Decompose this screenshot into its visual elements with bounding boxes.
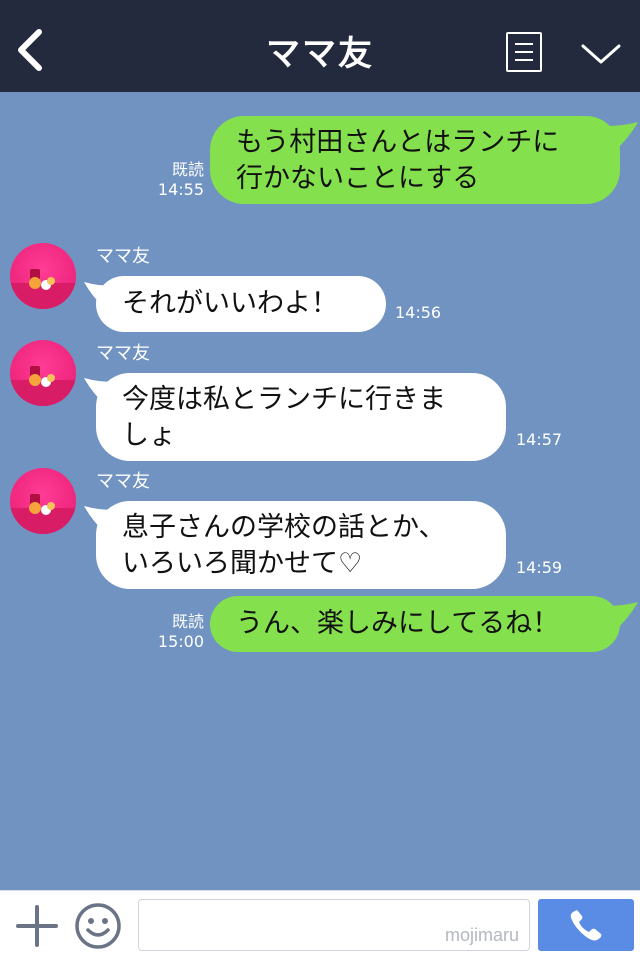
sender-name: ママ友 (96, 246, 150, 267)
bubble-tail (606, 602, 638, 628)
phone-icon (570, 910, 602, 941)
list-menu-icon (515, 43, 533, 45)
message-time: 14:57 (516, 430, 563, 449)
chevron-down-icon (581, 44, 621, 64)
read-receipt: 既読 (171, 612, 204, 631)
plus-icon (16, 905, 58, 947)
avatar-image (10, 269, 76, 309)
add-button[interactable] (14, 903, 60, 949)
list-menu-button[interactable] (506, 32, 542, 72)
watermark: mojimaru (444, 925, 519, 945)
chat-header: ママ友 (0, 0, 640, 92)
message-input[interactable]: mojimaru (138, 899, 530, 951)
sender-name: ママ友 (96, 343, 150, 364)
collapse-button[interactable] (576, 34, 626, 74)
message-line: 今度は私とランチに行きま (122, 384, 446, 415)
sender-name: ママ友 (96, 471, 150, 492)
smiley-icon (75, 903, 121, 949)
avatar[interactable] (10, 340, 76, 406)
avatar[interactable] (10, 468, 76, 534)
message-line: しょ (122, 420, 176, 451)
back-chevron-icon (18, 29, 42, 71)
message-time: 14:55 (157, 180, 204, 199)
avatar-image (10, 494, 76, 534)
input-bar: mojimaru (0, 890, 640, 960)
chat-title: ママ友 (266, 34, 374, 74)
message-time: 15:00 (157, 632, 204, 651)
message-bubble[interactable]: 息子さんの学校の話とか、 いろいろ聞かせて♡ (96, 501, 506, 589)
avatar-image (10, 366, 76, 406)
message-bubble[interactable]: それがいいわよ！ (96, 276, 386, 332)
message-line: 行かないことにする (236, 163, 480, 194)
avatar[interactable] (10, 243, 76, 309)
message-line: もう村田さんとはランチに (236, 127, 560, 158)
list-menu-icon-line (515, 51, 533, 53)
message-time: 14:56 (395, 303, 442, 322)
message-line: 息子さんの学校の話とか、 (122, 512, 446, 543)
bubble-tail (606, 122, 638, 148)
emoji-button[interactable] (74, 902, 122, 950)
message-line: それがいいわよ！ (122, 288, 338, 319)
message-bubble[interactable]: うん、楽しみにしてるね！ (210, 596, 620, 652)
message-bubble[interactable]: 今度は私とランチに行きま しょ (96, 373, 506, 461)
back-button[interactable] (6, 22, 54, 78)
message-line: うん、楽しみにしてるね！ (236, 608, 560, 639)
read-receipt: 既読 (171, 160, 204, 179)
message-bubble[interactable]: もう村田さんとはランチに 行かないことにする (210, 116, 620, 204)
call-button[interactable] (538, 899, 634, 951)
message-time: 14:59 (516, 558, 563, 577)
message-line: いろいろ聞かせて♡ (122, 548, 363, 579)
list-menu-icon-line (515, 59, 533, 61)
